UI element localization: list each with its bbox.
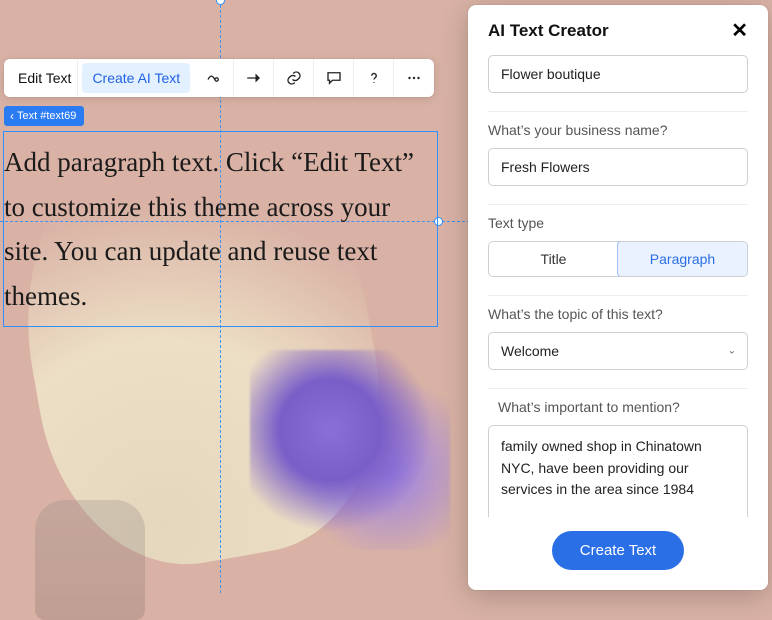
link-icon[interactable] — [274, 59, 314, 97]
important-label: What’s important to mention? — [488, 399, 748, 415]
create-text-button[interactable]: Create Text — [552, 531, 684, 570]
animation-icon[interactable] — [194, 59, 234, 97]
text-type-title-option[interactable]: Title — [489, 242, 618, 276]
text-type-segmented: Title Paragraph — [488, 241, 748, 277]
text-type-paragraph-option[interactable]: Paragraph — [617, 241, 748, 277]
create-text-label: Create Text — [580, 542, 656, 559]
text-type-title-label: Title — [541, 251, 567, 267]
help-icon[interactable] — [354, 59, 394, 97]
business-type-input[interactable] — [488, 55, 748, 93]
selected-text-element[interactable]: Add paragraph text. Click “Edit Text” to… — [3, 131, 438, 327]
element-breadcrumb-tag[interactable]: Text #text69 — [4, 106, 84, 126]
panel-header: AI Text Creator ✕ — [468, 5, 768, 55]
create-ai-text-label: Create AI Text — [92, 70, 180, 86]
panel-body[interactable]: What’s your business name? Text type Tit… — [468, 55, 768, 517]
floating-toolbar: Edit Text Create AI Text — [4, 59, 434, 97]
resize-handle-top[interactable] — [216, 0, 225, 5]
edit-text-label: Edit Text — [18, 70, 71, 86]
panel-footer: Create Text — [468, 517, 768, 590]
business-name-label: What’s your business name? — [488, 122, 748, 138]
business-name-input[interactable] — [488, 148, 748, 186]
field-text-type: Text type Title Paragraph — [488, 205, 748, 296]
comment-icon[interactable] — [314, 59, 354, 97]
more-icon[interactable] — [394, 59, 434, 97]
create-ai-text-button[interactable]: Create AI Text — [82, 63, 190, 93]
ai-text-creator-panel: AI Text Creator ✕ What’s your business n… — [468, 5, 768, 590]
element-tag-label: Text #text69 — [17, 110, 76, 122]
topic-label: What’s the topic of this text? — [488, 306, 748, 322]
background-vase-art — [35, 500, 145, 620]
close-icon[interactable]: ✕ — [731, 21, 748, 41]
topic-select[interactable] — [488, 332, 748, 370]
background-orchid-art — [250, 350, 450, 550]
text-type-paragraph-label: Paragraph — [650, 251, 715, 267]
field-business-name: What’s your business name? — [488, 112, 748, 205]
important-textarea[interactable] — [488, 425, 748, 517]
edit-text-button[interactable]: Edit Text — [4, 59, 78, 97]
field-important: What’s important to mention? — [488, 389, 748, 517]
field-topic: What’s the topic of this text? ⌄ — [488, 296, 748, 389]
panel-title: AI Text Creator — [488, 21, 609, 41]
paragraph-placeholder-text: Add paragraph text. Click “Edit Text” to… — [4, 147, 414, 311]
text-type-label: Text type — [488, 215, 748, 231]
scroll-effects-icon[interactable] — [234, 59, 274, 97]
field-business-type — [488, 55, 748, 112]
